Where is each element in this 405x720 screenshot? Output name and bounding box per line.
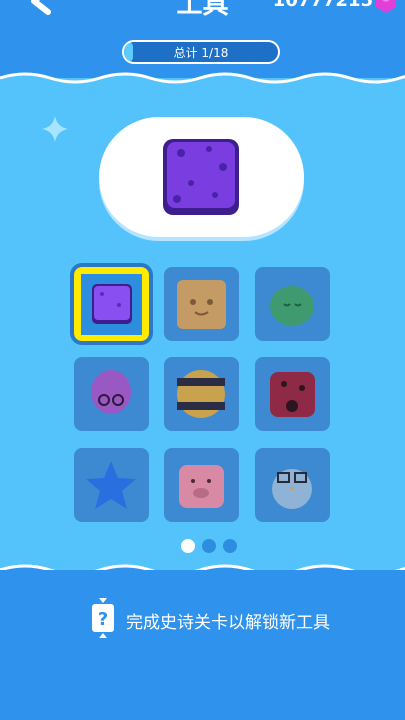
tool-slot-blue-star[interactable] xyxy=(74,448,149,522)
tool-slot-penguin-glasses[interactable] xyxy=(255,448,330,522)
tool-preview xyxy=(99,117,304,237)
tool-slot-green-cactus-blob[interactable] xyxy=(255,267,330,341)
gem-icon xyxy=(376,0,396,13)
total-progress-bar: 总计 1/18 xyxy=(122,40,280,64)
page-indicator xyxy=(0,538,405,554)
page-dot-1[interactable] xyxy=(181,539,195,553)
top-wave xyxy=(0,72,405,88)
ladybug-block-icon xyxy=(270,372,315,417)
page-dot-2[interactable] xyxy=(202,539,216,553)
purple-balloon-glasses-icon xyxy=(91,370,131,414)
toast-block-icon xyxy=(177,280,226,329)
tool-slot-toast-block[interactable] xyxy=(164,267,239,341)
coin-count: 10777215 xyxy=(272,0,373,11)
header-band: 工具 10777215 总计 1/18 xyxy=(0,0,405,78)
tool-slot-ladybug-block[interactable] xyxy=(255,357,330,431)
tool-slot-purple-balloon-glasses[interactable] xyxy=(74,357,149,431)
svg-text:?: ? xyxy=(98,609,108,630)
purple-jelly-block-icon xyxy=(81,274,142,335)
tool-slot-purple-jelly-block[interactable] xyxy=(74,267,149,341)
penguin-glasses-icon xyxy=(272,469,312,509)
tool-slot-striped-bee-ball[interactable] xyxy=(164,357,239,431)
unlock-hint-text: 完成史诗关卡以解锁新工具 xyxy=(126,613,330,633)
purple-jelly-block-icon xyxy=(163,139,239,215)
sparkle-icon xyxy=(42,116,68,142)
striped-bee-ball-icon xyxy=(177,370,225,418)
green-cactus-blob-icon xyxy=(270,286,314,326)
progress-label: 总计 1/18 xyxy=(173,46,229,60)
blue-star-icon xyxy=(86,461,136,509)
page-dot-3[interactable] xyxy=(223,539,237,553)
footer-band xyxy=(0,570,405,720)
pig-block-icon xyxy=(179,465,224,508)
tool-slot-pig-block[interactable] xyxy=(164,448,239,522)
question-hourglass-icon: ? xyxy=(92,598,114,638)
